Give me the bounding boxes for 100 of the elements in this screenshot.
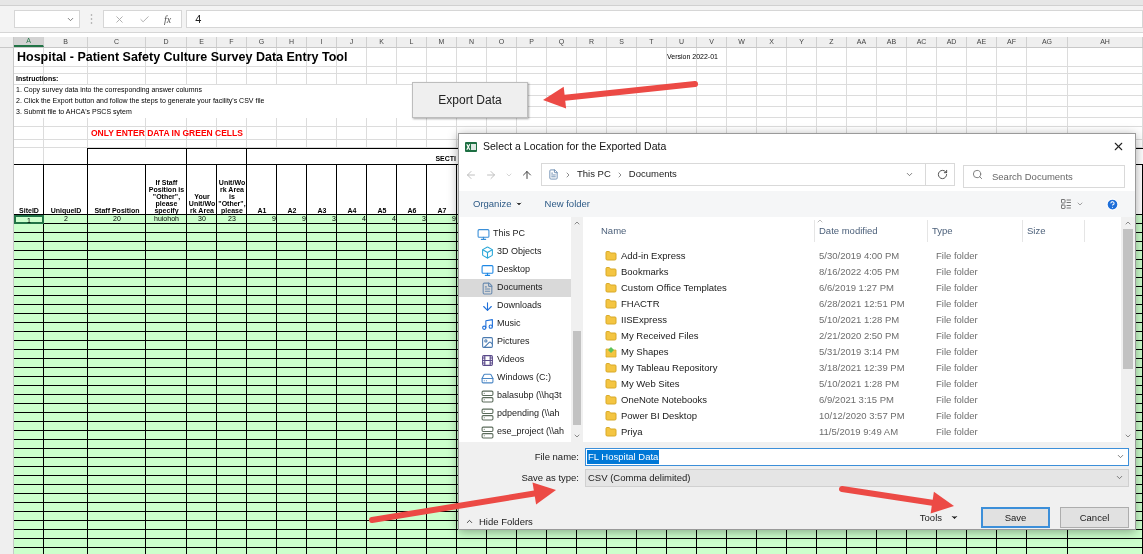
music-note-icon [481,317,494,331]
column-header[interactable]: Name [597,220,815,243]
nav-item[interactable]: This PC [459,225,571,244]
organize-menu[interactable]: Organize [473,197,523,212]
help-icon[interactable] [1106,197,1119,211]
cancel-icon[interactable] [114,13,125,25]
chevron-icon [564,170,572,179]
file-date: 3/18/2021 12:39 PM [818,361,906,375]
address-bar[interactable]: This PC Documents [541,163,955,187]
file-name: Power BI Desktop [621,409,698,423]
file-type: File folder [935,313,979,327]
nav-item[interactable]: 3D Objects [459,243,571,262]
file-date: 6/6/2019 1:27 PM [818,281,895,295]
formula-field[interactable]: 4 [186,10,1143,28]
up-icon[interactable] [521,168,533,181]
file-row[interactable]: My Web Sites 5/10/2021 1:28 PM File folder [597,376,1121,393]
folder-icon [605,330,617,343]
enter-icon[interactable] [139,13,150,25]
file-type-dropdown[interactable]: CSV (Comma delimited) [585,468,1129,487]
dialog-button[interactable]: Save [981,507,1050,529]
network-drive-icon [481,425,494,439]
folder-icon [605,282,617,295]
folder-icon [605,362,617,375]
folder-icon [605,314,617,327]
network-drive-icon [481,389,494,403]
scrollbar[interactable] [571,217,583,442]
file-row[interactable]: FHACTR 6/28/2021 12:51 PM File folder [597,296,1121,313]
search-field[interactable]: Search Documents [963,165,1125,189]
file-type: File folder [935,265,979,279]
file-name-value: FL Hospital Data [587,449,660,464]
nav-item[interactable]: ese_project (\\ah [459,423,571,442]
scroll-thumb[interactable] [573,331,581,426]
view-icon[interactable] [1060,198,1072,211]
file-date: 5/10/2021 1:28 PM [818,313,901,327]
file-row[interactable]: My Tableau Repository 3/18/2021 12:39 PM File folder [597,360,1121,377]
column-header[interactable]: Type [928,220,1023,243]
search-icon [972,169,983,181]
refresh-icon[interactable] [937,169,948,181]
file-row[interactable]: Add-in Express 5/30/2019 4:00 PM File folder [597,248,1121,265]
file-row[interactable]: OneNote Notebooks 6/9/2021 3:15 PM File folder [597,392,1121,409]
nav-item[interactable]: Downloads [459,297,571,316]
field-label: Save as type: [520,470,579,485]
nav-item[interactable]: Music [459,315,571,334]
tools-menu[interactable]: Tools [919,510,959,525]
breadcrumb[interactable]: This PC [577,167,611,182]
hide-folders-button[interactable]: Hide Folders [465,514,533,529]
nav-item[interactable]: Windows (C:) [459,369,571,388]
folder-icon [605,250,617,263]
column-header[interactable]: Date modified [815,220,928,243]
file-name-field[interactable]: FL Hospital Data [585,447,1129,466]
file-type: File folder [935,345,979,359]
file-date: 6/28/2021 12:51 PM [818,297,906,311]
file-type: File folder [935,281,979,295]
file-row[interactable]: My Shapes 5/31/2019 3:14 PM File folder [597,344,1121,361]
file-date: 5/10/2021 1:28 PM [818,377,901,391]
file-type: File folder [935,249,979,263]
monitor-icon [481,263,494,277]
file-row[interactable]: Custom Office Templates 6/6/2019 1:27 PM File folder [597,280,1121,297]
file-type: File folder [935,361,979,375]
network-drive-icon [481,407,494,421]
file-type: File folder [935,409,979,423]
file-date: 5/30/2019 4:00 PM [818,249,901,263]
file-row[interactable]: My Received Files 2/21/2020 2:50 PM File folder [597,328,1121,345]
nav-item[interactable]: balasubp (\\hq3t [459,387,571,406]
folder-icon [605,266,617,279]
nav-item[interactable]: Videos [459,351,571,370]
image-icon [481,335,494,349]
file-date: 5/31/2019 3:14 PM [818,345,901,359]
export-data-button[interactable]: Export Data [412,82,528,118]
file-name: OneNote Notebooks [621,393,708,407]
file-row[interactable]: Power BI Desktop 10/12/2020 3:57 PM File folder [597,408,1121,425]
new-folder-button[interactable]: New folder [544,197,590,212]
download-arrow-icon [481,299,494,313]
nav-item[interactable]: Documents [459,279,571,298]
file-type: File folder [935,377,979,391]
file-name: My Web Sites [621,377,680,391]
file-row[interactable]: IISExpress 5/10/2021 1:28 PM File folder [597,312,1121,329]
scroll-thumb[interactable] [1123,229,1133,370]
file-date: 11/5/2019 9:49 AM [818,425,900,439]
sheet-title: Hospital - Patient Safety Culture Survey Data Entry Tool [16,49,349,67]
folder-icon [605,410,617,423]
scrollbar[interactable] [1121,217,1135,442]
file-name: FHACTR [621,297,660,311]
folder-icon [605,378,617,391]
nav-item[interactable]: pdpending (\\ah [459,405,571,424]
file-type: File folder [935,425,979,439]
dialog-button[interactable]: Cancel [1060,507,1129,529]
nav-item[interactable]: Desktop [459,261,571,280]
file-row[interactable]: Priya 11/5/2019 9:49 AM File folder [597,424,1121,441]
column-header[interactable]: Size [1023,220,1085,243]
breadcrumb[interactable]: Documents [628,167,677,182]
file-type: File folder [935,297,979,311]
file-name: Priya [621,425,643,439]
file-row[interactable]: Bookmarks 8/16/2022 4:05 PM File folder [597,264,1121,281]
nav-item[interactable]: Pictures [459,333,571,352]
file-type: File folder [935,393,979,407]
folder-icon [605,346,617,359]
insert-function-button[interactable]: fx [164,11,172,27]
file-date: 10/12/2020 3:57 PM [818,409,906,423]
file-type: File folder [935,329,979,343]
